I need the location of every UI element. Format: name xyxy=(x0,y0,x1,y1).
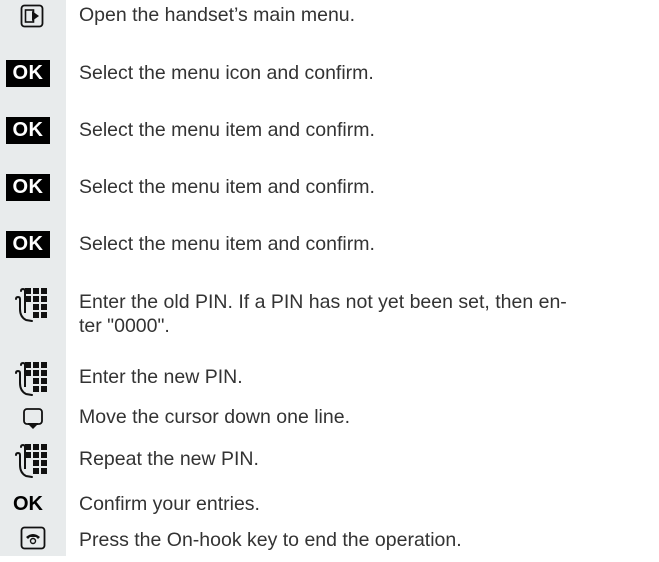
icon-cell: OK xyxy=(0,113,66,153)
icon-cell xyxy=(0,522,66,562)
icon-cell xyxy=(0,361,66,405)
menu-key-icon xyxy=(20,4,44,28)
step-text: Select the menu item and confirm. xyxy=(79,176,375,198)
icon-cell: OK xyxy=(0,227,66,267)
keypad-hand-icon xyxy=(15,443,47,478)
step-text: Move the cursor down one line. xyxy=(79,406,350,428)
step-text: Enter the new PIN. xyxy=(79,366,243,388)
ok-key-icon: OK xyxy=(6,60,50,87)
icon-cell: OK xyxy=(0,170,66,210)
cursor-down-icon xyxy=(23,408,43,429)
step-text: Select the menu icon and confirm. xyxy=(79,62,374,84)
icon-cell xyxy=(0,285,66,325)
step-text: Open the handset’s main menu. xyxy=(79,4,356,26)
ok-key-icon: OK xyxy=(13,493,43,515)
keypad-hand-icon xyxy=(15,287,47,322)
ok-key-icon: OK xyxy=(6,174,50,201)
icon-cell xyxy=(0,0,66,40)
step-text: Select the menu item and confirm. xyxy=(79,233,375,255)
icon-cell xyxy=(0,405,66,445)
step-text: Press the On-hook key to end the operati… xyxy=(79,529,462,551)
step-text-continued: ter "0000". xyxy=(79,315,170,337)
step-text: Confirm your entries. xyxy=(79,493,260,515)
icon-cell xyxy=(0,443,66,487)
icon-cell: OK xyxy=(0,56,66,96)
step-text: Repeat the new PIN. xyxy=(79,448,259,470)
ok-key-icon: OK xyxy=(6,231,50,258)
step-text: Enter the old PIN. If a PIN has not yet … xyxy=(79,291,567,313)
ok-key-icon: OK xyxy=(6,117,50,144)
keypad-hand-icon xyxy=(15,361,47,396)
on-hook-key-icon xyxy=(20,526,46,550)
step-text: Select the menu item and confirm. xyxy=(79,119,375,141)
